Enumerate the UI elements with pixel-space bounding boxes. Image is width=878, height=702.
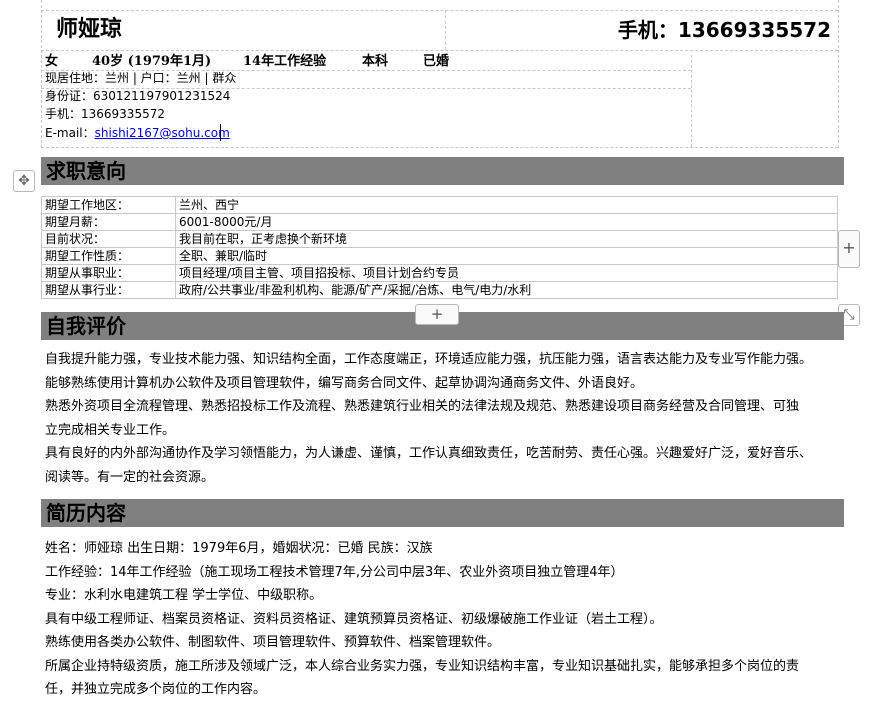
paragraph-line: 具有良好的内外部沟通协作及学习领悟能力，为人谦虚、谨慎，工作认真细致责任，吃苦耐… [45, 446, 813, 461]
self-evaluation-text: 自我提升能力强，专业技术能力强、知识结构全面，工作态度端正，环境适应能力强，抗压… [45, 348, 840, 489]
paragraph-line: 熟练使用各类办公软件、制图软件、项目管理软件、预算软件、档案管理软件。 [45, 635, 501, 650]
add-column-button[interactable]: + [838, 230, 860, 268]
table-row: 期望工作性质： 全职、兼职/临时 [41, 247, 838, 265]
paragraph-line: 专业：水利水电建筑工程 学士学位、中级职称。 [45, 588, 323, 603]
paragraph-line: 姓名：师娅琼 出生日期：1979年6月，婚姻状况：已婚 民族：汉族 [45, 541, 433, 556]
id-card: 身份证：630121197901231524 [45, 89, 231, 103]
text-cursor [220, 124, 221, 141]
email-label: E-mail： [45, 126, 95, 140]
section-header-resume: 简历内容 [41, 499, 844, 527]
experience: 14年工作经验 [243, 54, 327, 69]
intent-value: 政府/公共事业/非盈利机构、能源/矿产/采掘/冶炼、电气/电力/水利 [175, 281, 838, 299]
intent-key: 期望工作地区： [41, 196, 176, 214]
paragraph-line: 熟悉外资项目全流程管理、熟悉招投标工作及流程、熟悉建筑行业相关的法律法规及规范、… [45, 399, 800, 414]
table-move-handle-icon[interactable]: ✥ [13, 170, 35, 192]
add-row-button[interactable]: + [415, 304, 459, 325]
residence: 现居住地：兰州 | 户口：兰州 | 群众 [45, 71, 237, 85]
section-title: 自我评价 [46, 314, 126, 338]
job-intent-table: 期望工作地区： 兰州、西宁 期望月薪： 6001-8000元/月 目前状况： 我目前在… [41, 196, 838, 299]
intent-key: 期望从事行业： [41, 281, 176, 299]
paragraph-line: 能够熟练使用计算机办公软件及项目管理软件，编写商务合同文件、起草协调沟通商务文件… [45, 375, 644, 391]
table-row: 目前状况： 我目前在职，正考虑换个新环境 [41, 230, 838, 248]
header-phone: 手机：13669335572 [617, 18, 831, 42]
paragraph-line: 自我提升能力强，专业技术能力强、知识结构全面，工作态度端正，环境适应能力强，抗压… [45, 352, 813, 367]
email-link[interactable]: shishi2167@sohu.com [95, 126, 230, 140]
table-row: 期望从事职业： 项目经理/项目主管、项目招投标、项目计划合约专员 [41, 264, 838, 282]
table-row: 期望从事行业： 政府/公共事业/非盈利机构、能源/矿产/采掘/冶炼、电气/电力/水… [41, 281, 838, 299]
intent-value: 6001-8000元/月 [175, 213, 838, 231]
resume-content-text: 姓名：师娅琼 出生日期：1979年6月，婚姻状况：已婚 民族：汉族 工作经验：1… [45, 537, 840, 702]
education: 本科 [362, 54, 389, 69]
section-title: 求职意向 [46, 159, 126, 183]
intent-value: 项目经理/项目主管、项目招投标、项目计划合约专员 [175, 264, 838, 282]
intent-key: 期望工作性质： [41, 247, 176, 265]
table-row: 期望月薪： 6001-8000元/月 [41, 213, 838, 231]
intent-value: 全职、兼职/临时 [175, 247, 838, 265]
paragraph-line: 任，并独立完成多个岗位的工作内容。 [45, 682, 267, 697]
intent-value: 我目前在职，正考虑换个新环境 [175, 230, 838, 248]
candidate-name: 师娅琼 [56, 17, 123, 42]
intent-key: 目前状况： [41, 230, 176, 248]
paragraph-line: 所属企业持特级资质，施工所涉及领域广泛，本人综合业务实力强，专业知识结构丰富，专… [45, 658, 800, 674]
paragraph-line: 工作经验：14年工作经验（施工现场工程技术管理7年,分公司中层3年、农业外资项目… [45, 564, 624, 580]
marital-status: 已婚 [423, 54, 450, 69]
paragraph-line: 阅读等。有一定的社会资源。 [45, 469, 215, 485]
intent-key: 期望月薪： [41, 213, 176, 231]
paragraph-line: 具有中级工程师证、档案员资格证、资料员资格证、建筑预算员资格证、初级爆破施工作业… [45, 611, 663, 627]
table-row: 期望工作地区： 兰州、西宁 [41, 196, 838, 214]
intent-key: 期望从事职业： [41, 264, 176, 282]
paragraph-line: 立完成相关专业工作。 [45, 422, 176, 438]
section-title: 简历内容 [46, 501, 126, 525]
intent-value: 兰州、西宁 [175, 196, 838, 214]
mobile: 手机：13669335572 [45, 107, 165, 121]
email-row: E-mail：shishi2167@sohu.com [45, 124, 230, 143]
section-header-intent: 求职意向 [41, 157, 844, 185]
